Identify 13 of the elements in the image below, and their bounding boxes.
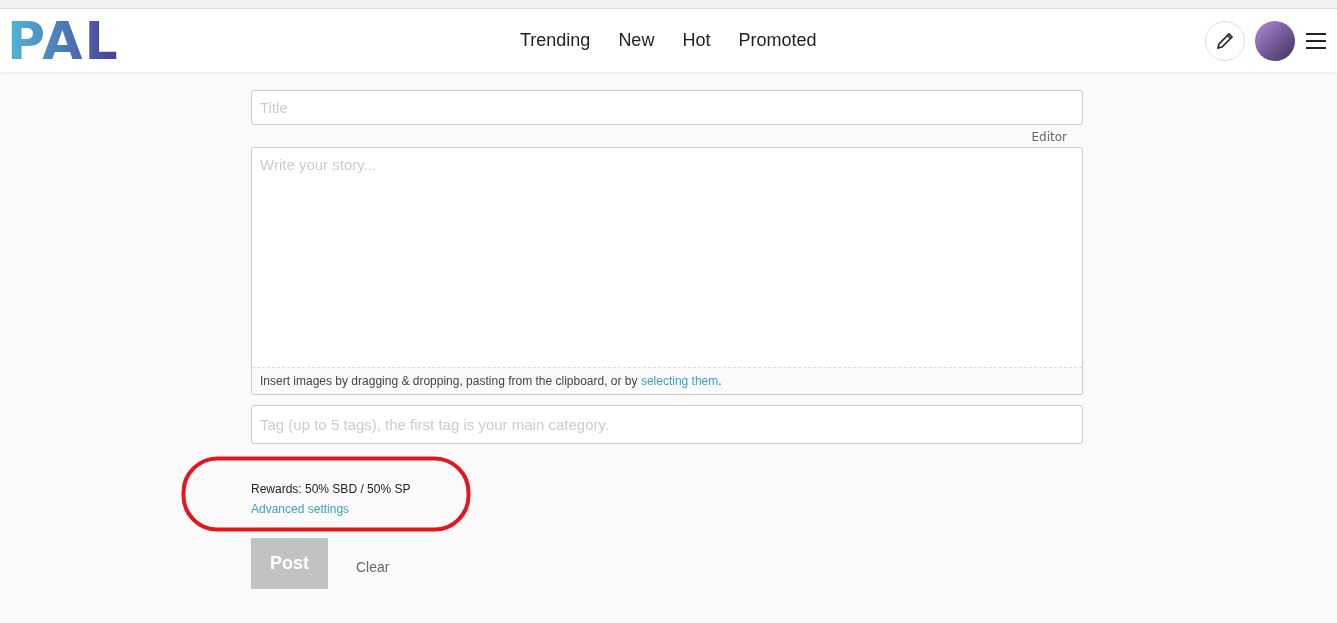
editor-link[interactable]: Editor (1031, 130, 1067, 144)
nav-link[interactable]: Promoted (738, 30, 817, 51)
avatar[interactable] (1255, 20, 1295, 61)
nav-link[interactable]: Trending (520, 30, 591, 51)
nav-link[interactable]: Hot (682, 30, 711, 51)
advanced-settings-link[interactable]: Advanced settings (251, 502, 350, 516)
edit-button[interactable] (1205, 20, 1245, 61)
menu-icon[interactable] (1305, 31, 1327, 50)
clear-button[interactable]: Clear (348, 552, 398, 581)
nav-link[interactable]: New (618, 30, 655, 51)
rewards-text: Rewards: 50% SBD / 50% SP (251, 482, 411, 496)
pencil-icon (1216, 31, 1234, 50)
upload-hint: Insert images by dragging & dropping, pasting from the clipboard, or by selecting them. (260, 374, 722, 388)
